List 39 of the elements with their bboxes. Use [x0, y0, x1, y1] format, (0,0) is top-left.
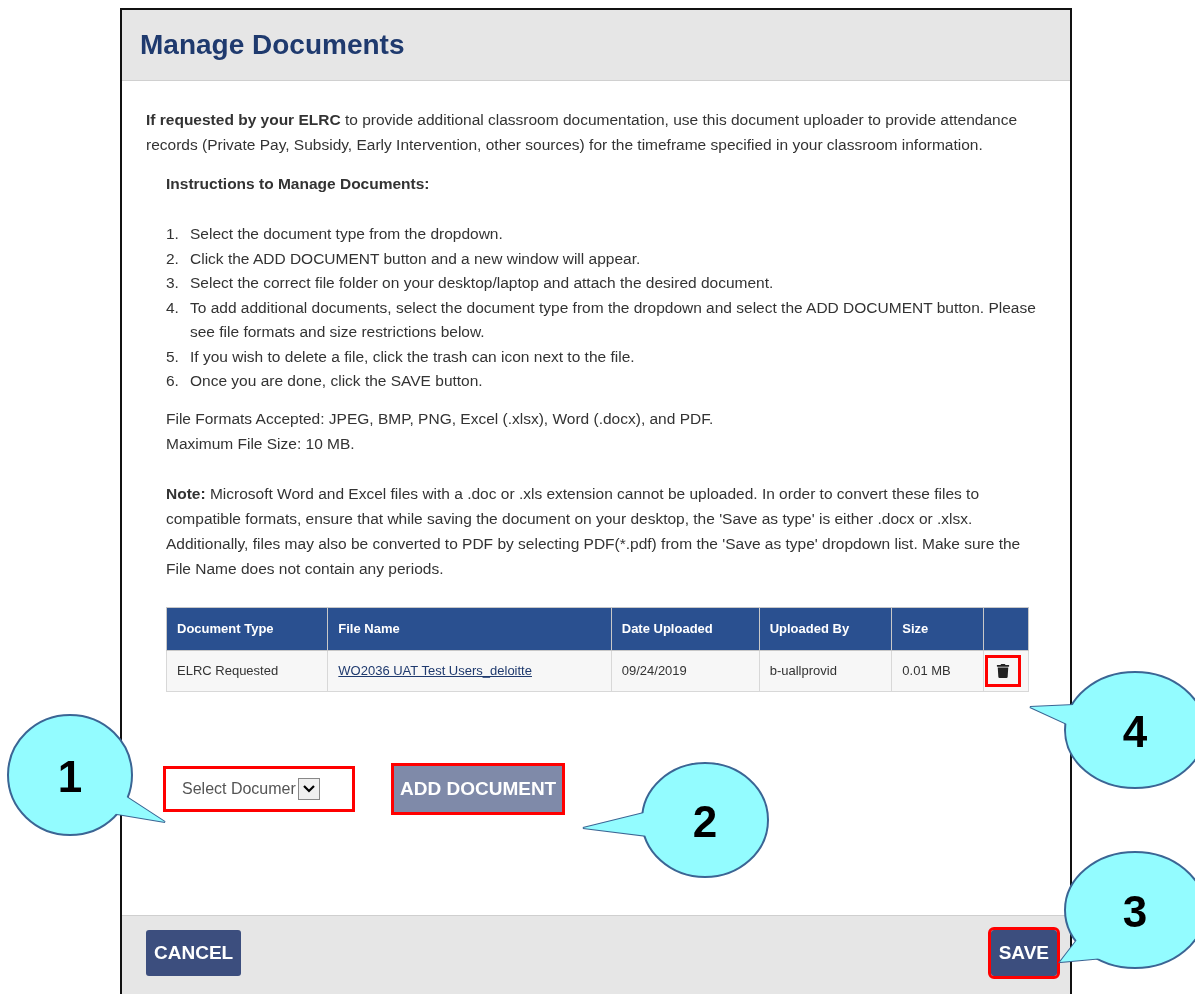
- step-text: To add additional documents, select the document type from the dropdown and select the ADD DOCUMENT button. Please see file formats and size restrictions below.: [190, 297, 1037, 342]
- column-header: Size: [891, 607, 984, 650]
- callout-number: 2: [692, 800, 718, 844]
- file-link[interactable]: WO2036 UAT Test Users_deloitte: [338, 663, 532, 678]
- step-number: 5.: [166, 346, 180, 367]
- table-cell: 09/24/2019: [611, 650, 760, 691]
- document-type-select[interactable]: Select Documer: [166, 768, 352, 809]
- column-header: Uploaded By: [759, 607, 892, 650]
- trash-icon: [996, 663, 1010, 678]
- column-header: Document Type: [166, 607, 328, 650]
- callout-number: 1: [57, 755, 83, 799]
- step-number: 1.: [166, 224, 180, 244]
- step-text: Click the ADD DOCUMENT button and a new window will appear.: [190, 248, 641, 269]
- callout-number: 4: [1122, 710, 1148, 754]
- step-number: 6.: [166, 371, 180, 391]
- max-size-text: Maximum File Size: 10 MB.: [166, 433, 356, 454]
- step-text: Select the document type from the dropdown.: [190, 224, 503, 244]
- step-number: 3.: [166, 273, 180, 293]
- delete-button[interactable]: [988, 657, 1018, 684]
- table-cell: b-uallprovid: [759, 650, 892, 691]
- step-number: 4.: [166, 297, 180, 318]
- note-text: Note: Microsoft Word and Excel files with a .doc or .xls extension cannot be uploaded. In order to convert these files to compatible formats, ensure that while saving the document on your desktop, the 'Save as type' is either .docx or .xlsx. Additionally, files may also be converted to PDF by selecting PDF(*.pdf) from the 'Save as type' dropdown list. Make sure the File Name does not contain any periods.: [166, 483, 1022, 579]
- table-cell: ELRC Requested: [166, 650, 328, 691]
- step-number: 2.: [166, 248, 180, 269]
- instructions-heading: Instructions to Manage Documents:: [166, 174, 431, 194]
- formats-text: File Formats Accepted: JPEG, BMP, PNG, Excel (.xlsx), Word (.docx), and PDF.: [166, 408, 715, 429]
- column-header: Date Uploaded: [611, 607, 760, 650]
- save-button[interactable]: SAVE: [990, 930, 1057, 976]
- chevron-down-icon: [297, 777, 320, 800]
- dialog-title: Manage Documents: [140, 29, 405, 61]
- column-header: File Name: [327, 607, 612, 650]
- column-header: [983, 607, 1029, 650]
- cancel-button[interactable]: CANCEL: [146, 930, 242, 976]
- step-text: If you wish to delete a file, click the trash can icon next to the file.: [190, 346, 635, 367]
- intro-text: If requested by your ELRC to provide additional classroom documentation, use this document uploader to provide attendance records (Private Pay, Subsidy, Early Intervention, other sources) for the timeframe specified in your classroom information.: [146, 110, 1019, 155]
- step-text: Once you are done, click the SAVE button.: [190, 371, 483, 391]
- table-cell: 0.01 MB: [891, 650, 984, 691]
- step-text: Select the correct file folder on your desktop/laptop and attach the desired document.: [190, 273, 774, 293]
- callout-number: 3: [1122, 890, 1148, 934]
